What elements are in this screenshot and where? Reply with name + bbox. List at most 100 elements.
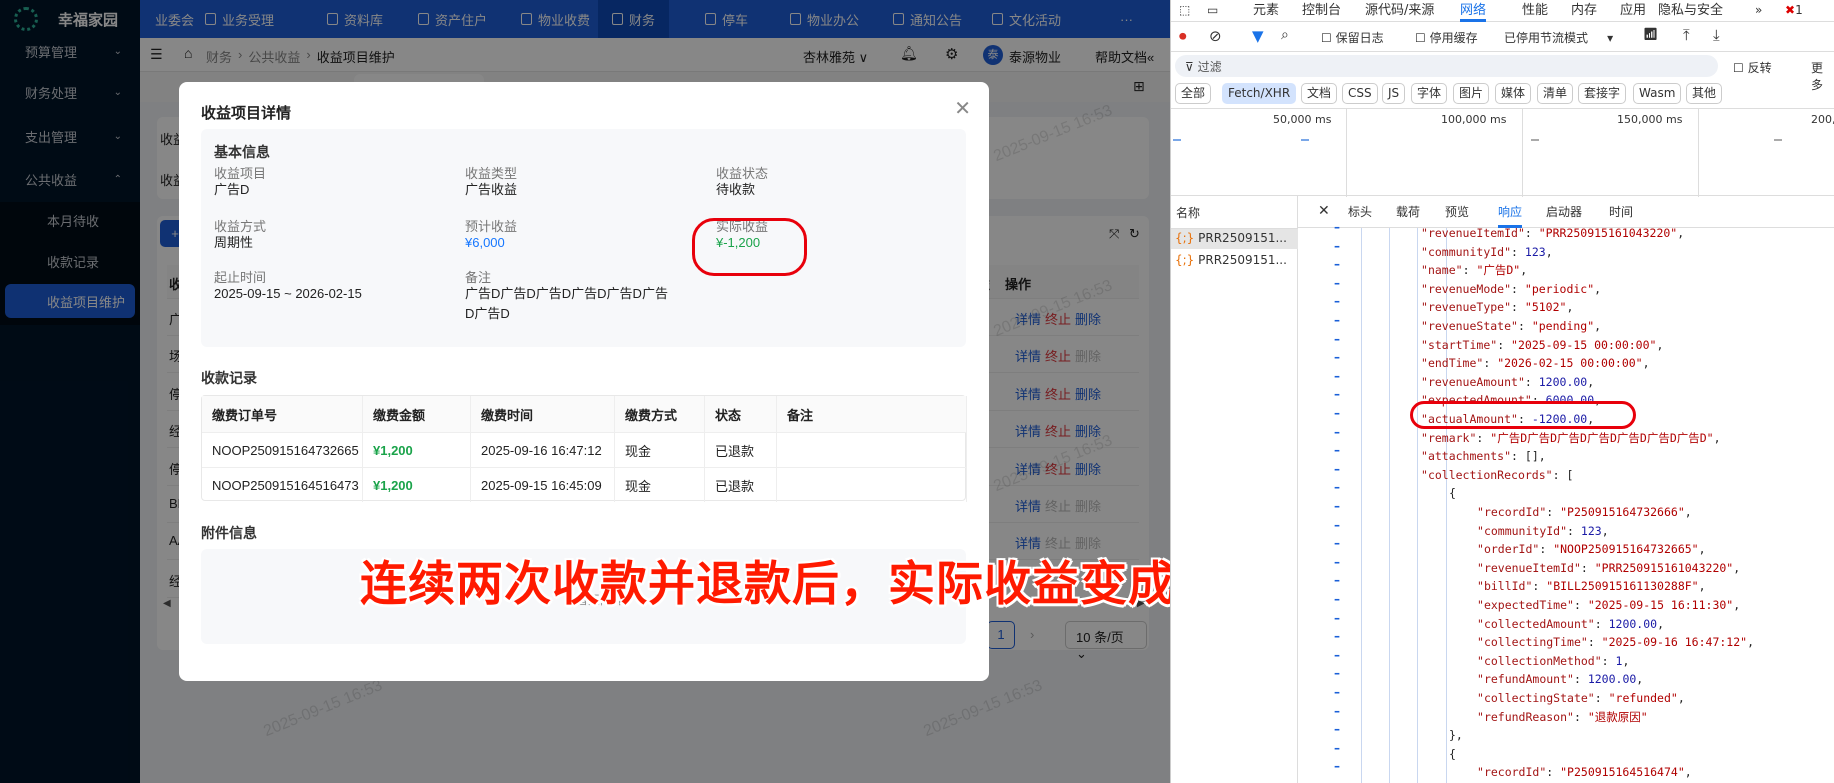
filter-chip[interactable]: 文档 bbox=[1301, 83, 1338, 104]
detail-tab[interactable]: 时间 bbox=[1609, 203, 1633, 220]
collapse-marker[interactable]: – bbox=[1334, 611, 1344, 625]
collapse-marker[interactable]: – bbox=[1334, 555, 1344, 569]
filter-chip[interactable]: CSS bbox=[1342, 83, 1378, 104]
upload-icon[interactable]: ⤒ bbox=[1683, 26, 1690, 44]
collapse-marker[interactable]: – bbox=[1334, 369, 1344, 383]
record-cell: ¥1,200 bbox=[363, 432, 471, 467]
devtools-tab[interactable]: 网络 bbox=[1460, 0, 1487, 22]
collapse-marker[interactable]: – bbox=[1334, 536, 1344, 550]
collapse-marker[interactable]: – bbox=[1334, 480, 1344, 494]
preserve-log-checkbox[interactable]: ☐ 保留日志 bbox=[1321, 29, 1384, 46]
collapse-marker[interactable]: – bbox=[1334, 220, 1344, 234]
search-icon[interactable]: ⌕ bbox=[1281, 27, 1289, 43]
collapse-marker[interactable]: – bbox=[1334, 722, 1344, 736]
detail-tab[interactable]: 预览 bbox=[1445, 203, 1469, 220]
device-toolbar-icon[interactable]: ▭ bbox=[1207, 3, 1218, 17]
close-detail-icon[interactable]: ✕ bbox=[1318, 203, 1330, 219]
network-toolbar: ⏺ ⊘ ▼ ⌕ ☐ 保留日志 ☐ 停用缓存 已停用节流模式 ▾ 📶︎ ⤒ ⤓ bbox=[1171, 22, 1834, 52]
filter-chip[interactable]: 其他 bbox=[1686, 83, 1723, 104]
collapse-marker[interactable]: – bbox=[1334, 759, 1344, 773]
json-value: "BILL250915161130288F" bbox=[1546, 579, 1699, 594]
collapse-marker[interactable]: – bbox=[1334, 406, 1344, 420]
record-cell: 2025-09-15 16:45:09 bbox=[471, 467, 615, 502]
more-filters[interactable]: 更多 bbox=[1811, 59, 1834, 93]
error-badge[interactable]: ✖1 bbox=[1785, 3, 1803, 17]
filter-chip[interactable]: 字体 bbox=[1411, 83, 1448, 104]
collapse-marker[interactable]: – bbox=[1334, 741, 1344, 755]
collapse-marker[interactable]: – bbox=[1334, 666, 1344, 680]
filter-chip[interactable]: JS bbox=[1382, 83, 1406, 104]
json-key: communityId bbox=[1427, 244, 1505, 259]
devtools-panel: ⬚ ▭ 元素 控制台 源代码/来源 网络 性能 内存 应用 隐私与安全 » ✖1 ⏺ ⊘ ▼ … bbox=[1170, 0, 1834, 783]
more-tabs-icon[interactable]: » bbox=[1755, 3, 1762, 17]
detail-tab[interactable]: 标头 bbox=[1348, 203, 1372, 220]
collapse-marker[interactable]: – bbox=[1334, 462, 1344, 476]
code-line: { bbox=[1449, 745, 1456, 764]
collapse-marker[interactable]: – bbox=[1334, 332, 1344, 346]
request-item[interactable]: {;} PRR2509151... bbox=[1171, 251, 1298, 271]
timeline-overview[interactable]: 50,000 ms 100,000 ms 150,000 ms 200,0 bbox=[1171, 108, 1834, 197]
collapse-marker[interactable]: – bbox=[1334, 629, 1344, 643]
json-key: collectingState bbox=[1483, 691, 1588, 705]
detail-tab[interactable]: 载荷 bbox=[1396, 203, 1420, 220]
collapse-marker[interactable]: – bbox=[1334, 573, 1344, 587]
highlight-ring bbox=[692, 218, 807, 276]
code-line: "revenueAmount": 1200.00, bbox=[1421, 374, 1595, 389]
devtools-tab[interactable]: 元素 bbox=[1253, 0, 1279, 22]
filter-icon[interactable]: ▼ bbox=[1252, 27, 1264, 45]
timeline-bar bbox=[1173, 139, 1181, 141]
json-key: revenueAmount bbox=[1427, 374, 1518, 389]
collapse-marker[interactable]: – bbox=[1334, 257, 1344, 271]
code-line: "refundReason": "退款原因" bbox=[1477, 709, 1648, 724]
collapse-marker[interactable]: – bbox=[1334, 704, 1344, 718]
inspect-icon[interactable]: ⬚ bbox=[1179, 3, 1190, 17]
devtools-tab[interactable]: 隐私与安全 bbox=[1658, 0, 1723, 22]
filter-chip[interactable]: Wasm bbox=[1633, 83, 1682, 104]
json-key: recordId bbox=[1483, 505, 1540, 519]
collapse-marker[interactable]: – bbox=[1334, 350, 1344, 364]
collapse-marker[interactable]: – bbox=[1334, 518, 1344, 532]
collapse-marker[interactable]: – bbox=[1334, 425, 1344, 439]
collapse-marker[interactable]: – bbox=[1334, 294, 1344, 308]
json-value: "广告D" bbox=[1476, 263, 1521, 278]
devtools-tab[interactable]: 性能 bbox=[1522, 0, 1548, 22]
collapse-marker[interactable]: – bbox=[1334, 387, 1344, 401]
filter-chip[interactable]: Fetch/XHR bbox=[1222, 83, 1297, 104]
request-item[interactable]: {;} PRR2509151... bbox=[1171, 229, 1298, 249]
column-header: 缴费金额 bbox=[363, 396, 471, 432]
filter-input[interactable]: ⊽ 过滤 bbox=[1175, 55, 1718, 77]
filter-chip[interactable]: 媒体 bbox=[1495, 83, 1532, 104]
network-conditions-icon[interactable]: 📶︎ bbox=[1643, 27, 1658, 41]
throttle-select[interactable]: 已停用节流模式 ▾ bbox=[1504, 29, 1613, 46]
filter-chip[interactable]: 套接字 bbox=[1578, 83, 1627, 104]
code-line: "recordId": "P250915164516474", bbox=[1477, 765, 1692, 780]
filter-chip[interactable]: 图片 bbox=[1453, 83, 1490, 104]
devtools-tab[interactable]: 应用 bbox=[1620, 0, 1646, 22]
filter-chip[interactable]: 清单 bbox=[1537, 83, 1574, 104]
disable-cache-checkbox[interactable]: ☐ 停用缓存 bbox=[1415, 29, 1478, 46]
collapse-marker[interactable]: – bbox=[1334, 313, 1344, 327]
json-value: "PRR250915161043220" bbox=[1594, 560, 1734, 575]
clear-icon[interactable]: ⊘ bbox=[1209, 27, 1222, 45]
collapse-marker[interactable]: – bbox=[1334, 685, 1344, 699]
devtools-tab[interactable]: 控制台 bbox=[1302, 0, 1341, 22]
download-icon[interactable]: ⤓ bbox=[1713, 26, 1720, 44]
collapse-marker[interactable]: – bbox=[1334, 443, 1344, 457]
devtools-tab[interactable]: 内存 bbox=[1571, 0, 1597, 22]
record-stop-icon[interactable]: ⏺ bbox=[1179, 27, 1187, 45]
collapse-marker[interactable]: – bbox=[1334, 276, 1344, 290]
json-key: name bbox=[1427, 263, 1456, 278]
record-cell: 已退款 bbox=[705, 467, 777, 502]
collapse-marker[interactable]: – bbox=[1334, 239, 1344, 253]
collapse-marker[interactable]: – bbox=[1334, 648, 1344, 662]
field-value: 周期性 bbox=[214, 235, 254, 250]
json-key: revenueItemId bbox=[1483, 560, 1574, 575]
close-icon[interactable]: ✕ bbox=[954, 96, 971, 121]
collapse-marker[interactable]: – bbox=[1334, 592, 1344, 606]
detail-tab[interactable]: 启动器 bbox=[1546, 203, 1582, 220]
collapse-marker[interactable]: – bbox=[1334, 499, 1344, 513]
name-column-header: 名称 bbox=[1176, 206, 1201, 220]
devtools-tab[interactable]: 源代码/来源 bbox=[1365, 0, 1434, 22]
invert-checkbox[interactable]: ☐ 反转 bbox=[1733, 59, 1772, 76]
filter-chip[interactable]: 全部 bbox=[1175, 83, 1212, 104]
